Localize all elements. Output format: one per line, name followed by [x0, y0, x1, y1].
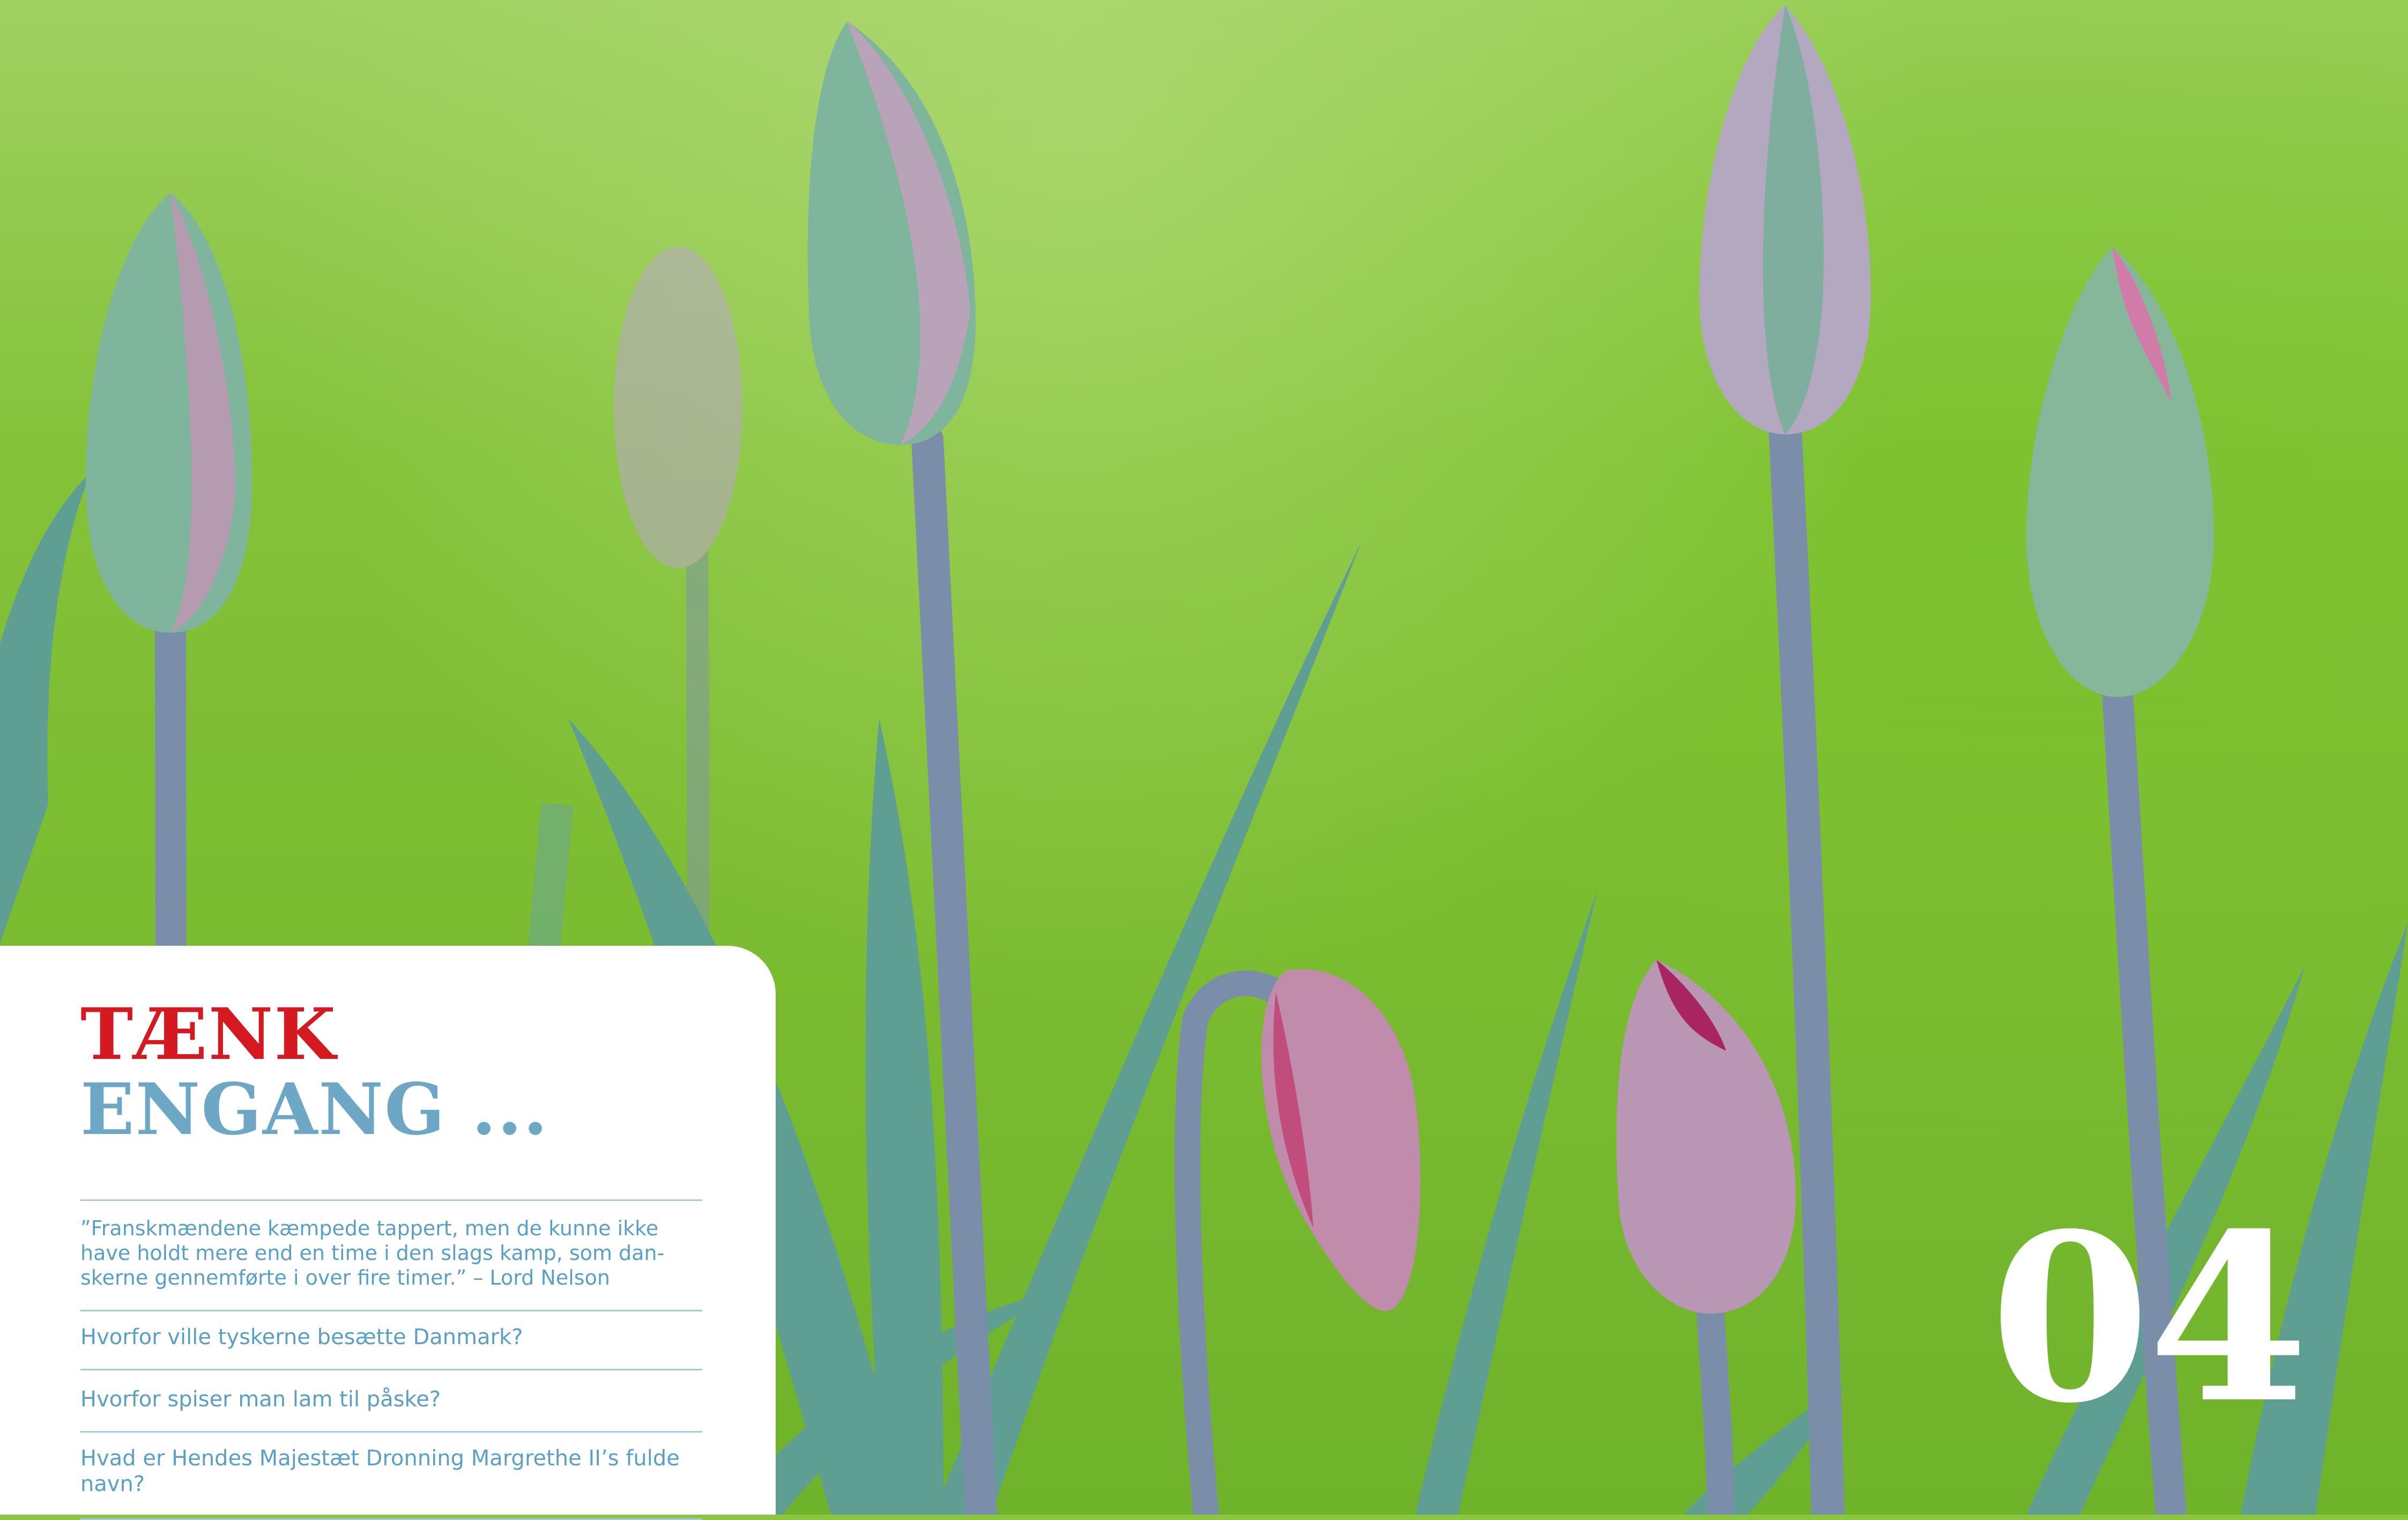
- question-item: Hvorfor ville tyskerne besætte Danmark?: [80, 1310, 702, 1369]
- section-heading: TÆNK ENGANG ...: [80, 999, 776, 1145]
- question-list: ”Franskmændene kæmpede tappert, men de k…: [80, 1199, 702, 1520]
- heading-line-blue: ENGANG ...: [80, 1068, 549, 1151]
- heading-line-red: TÆNK: [80, 993, 337, 1076]
- question-item: Hvorfor spiser man lam til påske?: [80, 1369, 702, 1431]
- question-item: Hvad er Hendes Majestæt Dronning Margret…: [80, 1431, 702, 1520]
- quote-item: ”Franskmændene kæmpede tappert, men de k…: [80, 1199, 702, 1310]
- info-panel: TÆNK ENGANG ... ”Franskmændene kæmpede t…: [0, 946, 776, 1520]
- page-number: 04: [1990, 1183, 2308, 1454]
